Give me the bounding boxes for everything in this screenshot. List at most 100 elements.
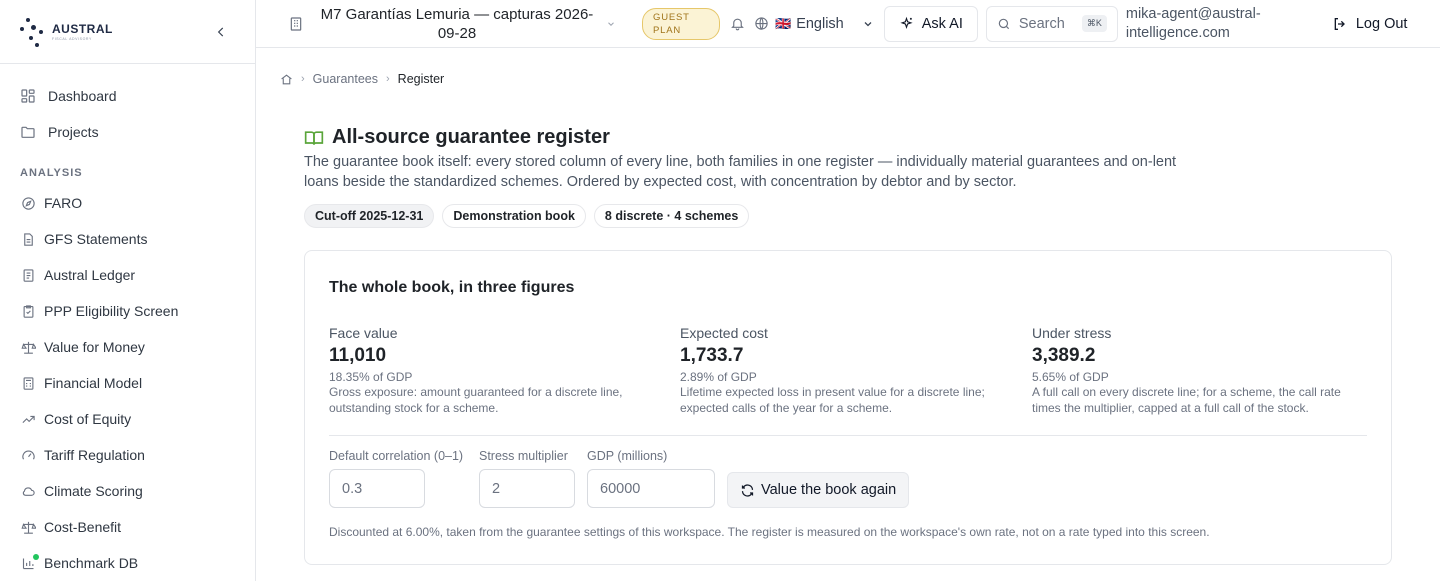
austral-logo-icon <box>20 16 48 48</box>
figure-label: Face value <box>329 325 398 341</box>
chevron-down-icon <box>608 21 614 26</box>
sidebar-item-value-for-money[interactable]: Value for Money <box>0 329 255 365</box>
stress-field: Stress multiplier <box>479 449 575 508</box>
book-open-icon <box>304 130 324 145</box>
logout-icon <box>1334 17 1345 30</box>
gdp-label: GDP (millions) <box>587 449 668 463</box>
count-chip: 8 discrete · 4 schemes <box>593 204 750 228</box>
chevron-down-icon <box>864 21 872 26</box>
section-label-analysis: ANALYSIS <box>20 167 83 179</box>
figure-note: A full call on every discrete line; for … <box>1032 385 1341 415</box>
uk-flag-icon: 🇬🇧 <box>775 15 792 31</box>
sidebar-item-label: Dashboard <box>48 88 117 104</box>
sidebar-item-financial-model[interactable]: Financial Model <box>0 365 255 401</box>
brand: AUSTRAL FISCAL ADVISORY <box>0 0 255 64</box>
calculator-icon <box>20 375 36 391</box>
sidebar-item-climate-scoring[interactable]: Climate Scoring <box>0 473 255 509</box>
sidebar-item-label: Benchmark DB <box>44 555 139 571</box>
revalue-button[interactable]: Value the book again <box>727 472 910 508</box>
sidebar-item-label: Climate Scoring <box>44 483 143 499</box>
stress-label: Stress multiplier <box>479 449 568 463</box>
figure-pct: 5.65% of GDP <box>1032 370 1109 384</box>
sidebar-item-label: Tariff Regulation <box>44 447 145 463</box>
sidebar-item-austral-ledger[interactable]: Austral Ledger <box>0 257 255 293</box>
summary-card: The whole book, in three figures Face va… <box>304 250 1392 565</box>
ledger-icon <box>20 267 36 283</box>
sidebar-item-projects[interactable]: Projects <box>0 114 255 150</box>
stress-multiplier-input[interactable] <box>479 469 575 508</box>
clipboard-check-icon <box>20 303 36 319</box>
search-icon <box>998 18 1009 29</box>
sidebar-item-label: GFS Statements <box>44 231 148 247</box>
search-input[interactable]: Search ⌘K <box>985 5 1118 42</box>
sparkles-icon <box>900 16 913 29</box>
search-placeholder: Search <box>1018 15 1065 32</box>
sidebar-item-benchmark-db[interactable]: Benchmark DB <box>0 545 255 581</box>
refresh-icon <box>741 483 754 497</box>
chevron-right-icon: › <box>301 73 305 85</box>
sidebar-item-cost-benefit[interactable]: Cost-Benefit <box>0 509 255 545</box>
sidebar: AUSTRAL FISCAL ADVISORY Dashboard Projec… <box>0 0 256 581</box>
folder-icon <box>20 124 36 140</box>
correlation-field: Default correlation (0–1) <box>329 449 463 508</box>
sidebar-item-ppp-eligibility-screen[interactable]: PPP Eligibility Screen <box>0 293 255 329</box>
workspace-switcher[interactable]: M7 Garantías Lemuria — capturas 2026-09-… <box>288 5 616 43</box>
breadcrumb-current: Register <box>397 72 445 86</box>
breadcrumb-guarantees[interactable]: Guarantees <box>313 72 378 86</box>
collapse-sidebar-button[interactable] <box>211 22 231 42</box>
building-icon <box>290 16 302 31</box>
chevron-left-icon <box>217 27 224 37</box>
sidebar-item-label: Financial Model <box>44 375 143 391</box>
correlation-input[interactable] <box>329 469 425 508</box>
gdp-input[interactable] <box>587 469 715 508</box>
user-email: mika-agent@austral-intelligence.com <box>1125 5 1261 41</box>
figure-pct: 18.35% of GDP <box>329 370 413 384</box>
ask-ai-button[interactable]: Ask AI <box>883 5 978 42</box>
chip-row: Cut-off 2025-12-31 Demonstration book 8 … <box>304 204 757 228</box>
scale-icon <box>20 339 36 355</box>
trending-up-icon <box>20 411 36 427</box>
sidebar-item-label: PPP Eligibility Screen <box>44 303 179 319</box>
figure-pct: 2.89% of GDP <box>680 370 757 384</box>
sidebar-item-cost-of-equity[interactable]: Cost of Equity <box>0 401 255 437</box>
bell-icon[interactable] <box>726 13 748 35</box>
language-label: English <box>796 15 844 32</box>
language-selector[interactable]: 🇬🇧 English <box>754 16 874 32</box>
sidebar-item-tariff-regulation[interactable]: Tariff Regulation <box>0 437 255 473</box>
divider <box>329 435 1367 436</box>
page-header: All-source guarantee register <box>304 126 610 149</box>
sidebar-item-label: FARO <box>44 195 83 211</box>
gdp-field: GDP (millions) <box>587 449 715 508</box>
cloud-icon <box>20 483 36 499</box>
figure-label: Expected cost <box>680 325 768 341</box>
globe-icon <box>755 17 768 30</box>
search-shortcut: ⌘K <box>1081 15 1107 32</box>
figure-value: 1,733.7 <box>680 345 744 366</box>
scale-icon <box>20 519 36 535</box>
gauge-icon <box>20 447 36 463</box>
main-content: › Guarantees › Register All-source guara… <box>256 48 1440 581</box>
sidebar-item-gfs-statements[interactable]: GFS Statements <box>0 221 255 257</box>
cutoff-chip: Cut-off 2025-12-31 <box>304 204 435 228</box>
compass-icon <box>20 195 36 211</box>
sidebar-item-label: Cost of Equity <box>44 411 132 427</box>
figure-under-stress: Under stress 3,389.2 5.65% of GDP A full… <box>1032 325 1367 416</box>
home-icon[interactable] <box>280 73 293 86</box>
logout-button[interactable]: Log Out <box>1332 15 1408 32</box>
figure-value: 11,010 <box>329 345 387 366</box>
revalue-label: Value the book again <box>761 482 897 498</box>
logout-label: Log Out <box>1355 15 1408 32</box>
discount-footnote: Discounted at 6.00%, taken from the guar… <box>329 525 1210 539</box>
plan-badge: GUEST PLAN <box>642 7 720 40</box>
sidebar-item-faro[interactable]: FARO <box>0 185 255 221</box>
figure-expected-cost: Expected cost 1,733.7 2.89% of GDP Lifet… <box>680 325 1015 416</box>
brand-name: AUSTRAL <box>52 22 113 36</box>
sidebar-item-dashboard[interactable]: Dashboard <box>0 78 255 114</box>
sidebar-item-label: Value for Money <box>44 339 145 355</box>
book-chip: Demonstration book <box>442 204 586 228</box>
card-title: The whole book, in three figures <box>329 279 575 296</box>
breadcrumb: › Guarantees › Register <box>280 72 444 86</box>
file-text-icon <box>20 231 36 247</box>
chevron-right-icon: › <box>386 73 390 85</box>
figure-face-value: Face value 11,010 18.35% of GDP Gross ex… <box>329 325 664 416</box>
